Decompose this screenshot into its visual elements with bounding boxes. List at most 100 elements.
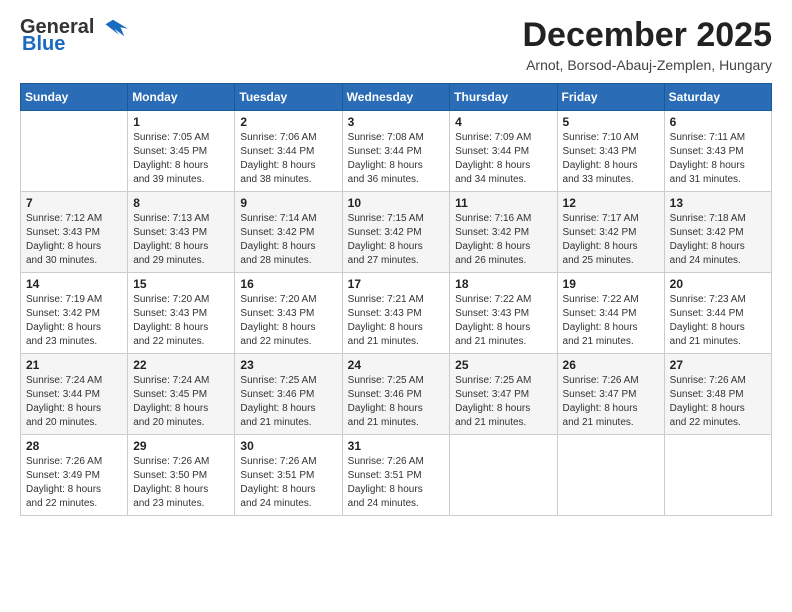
title-area: December 2025 Arnot, Borsod-Abauj-Zemple… [522, 16, 772, 73]
calendar-day-header: Sunday [21, 84, 128, 111]
day-info: Sunrise: 7:26 AM Sunset: 3:47 PM Dayligh… [563, 374, 659, 430]
calendar-day-cell: 14 Sunrise: 7:19 AM Sunset: 3:42 PM Dayli… [21, 273, 128, 354]
day-number: 30 [240, 439, 336, 453]
day-info: Sunrise: 7:18 AM Sunset: 3:42 PM Dayligh… [670, 212, 766, 268]
calendar-day-cell: 4 Sunrise: 7:09 AM Sunset: 3:44 PM Daylig… [450, 111, 557, 192]
calendar-day-cell: 17 Sunrise: 7:21 AM Sunset: 3:43 PM Dayli… [342, 273, 450, 354]
day-number: 11 [455, 196, 551, 210]
calendar-header-row: SundayMondayTuesdayWednesdayThursdayFrid… [21, 84, 772, 111]
day-number: 6 [670, 115, 766, 129]
day-number: 18 [455, 277, 551, 291]
day-info: Sunrise: 7:06 AM Sunset: 3:44 PM Dayligh… [240, 131, 336, 187]
day-info: Sunrise: 7:14 AM Sunset: 3:42 PM Dayligh… [240, 212, 336, 268]
calendar-day-cell: 16 Sunrise: 7:20 AM Sunset: 3:43 PM Dayli… [235, 273, 342, 354]
calendar-day-cell: 28Sunrise: 7:26 AM Sunset: 3:49 PM Dayli… [21, 435, 128, 516]
logo-blue-text: Blue [22, 33, 65, 56]
calendar-day-cell: 30 Sunrise: 7:26 AM Sunset: 3:51 PM Dayli… [235, 435, 342, 516]
calendar-day-cell: 10 Sunrise: 7:15 AM Sunset: 3:42 PM Dayli… [342, 192, 450, 273]
calendar-day-header: Wednesday [342, 84, 450, 111]
day-info: Sunrise: 7:13 AM Sunset: 3:43 PM Dayligh… [133, 212, 229, 268]
calendar-day-header: Monday [128, 84, 235, 111]
calendar-week-row: 28Sunrise: 7:26 AM Sunset: 3:49 PM Dayli… [21, 435, 772, 516]
calendar-day-header: Tuesday [235, 84, 342, 111]
calendar-day-cell: 27 Sunrise: 7:26 AM Sunset: 3:48 PM Dayli… [664, 354, 771, 435]
day-info: Sunrise: 7:26 AM Sunset: 3:48 PM Dayligh… [670, 374, 766, 430]
day-number: 16 [240, 277, 336, 291]
day-info: Sunrise: 7:10 AM Sunset: 3:43 PM Dayligh… [563, 131, 659, 187]
day-number: 31 [348, 439, 445, 453]
day-info: Sunrise: 7:24 AM Sunset: 3:44 PM Dayligh… [26, 374, 122, 430]
day-number: 15 [133, 277, 229, 291]
day-info: Sunrise: 7:12 AM Sunset: 3:43 PM Dayligh… [26, 212, 122, 268]
logo-bird-icon [98, 18, 128, 38]
day-info: Sunrise: 7:24 AM Sunset: 3:45 PM Dayligh… [133, 374, 229, 430]
day-number: 5 [563, 115, 659, 129]
day-number: 29 [133, 439, 229, 453]
day-info: Sunrise: 7:16 AM Sunset: 3:42 PM Dayligh… [455, 212, 551, 268]
day-number: 24 [348, 358, 445, 372]
calendar-day-cell: 2 Sunrise: 7:06 AM Sunset: 3:44 PM Daylig… [235, 111, 342, 192]
calendar-day-cell: 26 Sunrise: 7:26 AM Sunset: 3:47 PM Dayli… [557, 354, 664, 435]
calendar-week-row: 14 Sunrise: 7:19 AM Sunset: 3:42 PM Dayli… [21, 273, 772, 354]
calendar-day-cell: 23 Sunrise: 7:25 AM Sunset: 3:46 PM Dayli… [235, 354, 342, 435]
day-number: 10 [348, 196, 445, 210]
calendar-day-cell [450, 435, 557, 516]
day-info: Sunrise: 7:23 AM Sunset: 3:44 PM Dayligh… [670, 293, 766, 349]
calendar-day-header: Saturday [664, 84, 771, 111]
day-info: Sunrise: 7:25 AM Sunset: 3:46 PM Dayligh… [348, 374, 445, 430]
day-info: Sunrise: 7:20 AM Sunset: 3:43 PM Dayligh… [133, 293, 229, 349]
day-number: 3 [348, 115, 445, 129]
day-number: 13 [670, 196, 766, 210]
day-number: 26 [563, 358, 659, 372]
day-info: Sunrise: 7:25 AM Sunset: 3:46 PM Dayligh… [240, 374, 336, 430]
calendar-day-cell: 24 Sunrise: 7:25 AM Sunset: 3:46 PM Dayli… [342, 354, 450, 435]
calendar-day-cell: 20 Sunrise: 7:23 AM Sunset: 3:44 PM Dayli… [664, 273, 771, 354]
day-number: 20 [670, 277, 766, 291]
calendar-day-cell: 3 Sunrise: 7:08 AM Sunset: 3:44 PM Daylig… [342, 111, 450, 192]
calendar-day-cell: 9 Sunrise: 7:14 AM Sunset: 3:42 PM Daylig… [235, 192, 342, 273]
day-number: 21 [26, 358, 122, 372]
calendar-day-cell: 29 Sunrise: 7:26 AM Sunset: 3:50 PM Dayli… [128, 435, 235, 516]
day-number: 23 [240, 358, 336, 372]
day-number: 8 [133, 196, 229, 210]
calendar-week-row: 21 Sunrise: 7:24 AM Sunset: 3:44 PM Dayli… [21, 354, 772, 435]
calendar-week-row: 7 Sunrise: 7:12 AM Sunset: 3:43 PM Daylig… [21, 192, 772, 273]
calendar-day-cell [557, 435, 664, 516]
day-info: Sunrise: 7:09 AM Sunset: 3:44 PM Dayligh… [455, 131, 551, 187]
day-info: Sunrise: 7:08 AM Sunset: 3:44 PM Dayligh… [348, 131, 445, 187]
day-number: 2 [240, 115, 336, 129]
day-number: 9 [240, 196, 336, 210]
calendar-week-row: 1Sunrise: 7:05 AM Sunset: 3:45 PM Daylig… [21, 111, 772, 192]
calendar-day-cell: 25Sunrise: 7:25 AM Sunset: 3:47 PM Dayli… [450, 354, 557, 435]
page-header: General Blue December 2025 Arnot, Borsod… [20, 16, 772, 73]
calendar-day-cell: 12 Sunrise: 7:17 AM Sunset: 3:42 PM Dayli… [557, 192, 664, 273]
day-number: 4 [455, 115, 551, 129]
day-number: 22 [133, 358, 229, 372]
calendar-table: SundayMondayTuesdayWednesdayThursdayFrid… [20, 83, 772, 516]
day-number: 27 [670, 358, 766, 372]
calendar-day-cell [21, 111, 128, 192]
month-title: December 2025 [522, 16, 772, 55]
calendar-day-header: Thursday [450, 84, 557, 111]
day-info: Sunrise: 7:17 AM Sunset: 3:42 PM Dayligh… [563, 212, 659, 268]
calendar-day-cell: 7 Sunrise: 7:12 AM Sunset: 3:43 PM Daylig… [21, 192, 128, 273]
day-info: Sunrise: 7:22 AM Sunset: 3:43 PM Dayligh… [455, 293, 551, 349]
calendar-day-cell: 15 Sunrise: 7:20 AM Sunset: 3:43 PM Dayli… [128, 273, 235, 354]
day-number: 25 [455, 358, 551, 372]
day-info: Sunrise: 7:26 AM Sunset: 3:50 PM Dayligh… [133, 455, 229, 511]
day-number: 12 [563, 196, 659, 210]
day-number: 17 [348, 277, 445, 291]
day-info: Sunrise: 7:26 AM Sunset: 3:51 PM Dayligh… [240, 455, 336, 511]
day-info: Sunrise: 7:21 AM Sunset: 3:43 PM Dayligh… [348, 293, 445, 349]
day-number: 1 [133, 115, 229, 129]
day-number: 14 [26, 277, 122, 291]
day-info: Sunrise: 7:19 AM Sunset: 3:42 PM Dayligh… [26, 293, 122, 349]
calendar-day-cell: 13 Sunrise: 7:18 AM Sunset: 3:42 PM Dayli… [664, 192, 771, 273]
day-number: 7 [26, 196, 122, 210]
calendar-day-cell: 5 Sunrise: 7:10 AM Sunset: 3:43 PM Daylig… [557, 111, 664, 192]
calendar-day-cell: 21 Sunrise: 7:24 AM Sunset: 3:44 PM Dayli… [21, 354, 128, 435]
day-info: Sunrise: 7:20 AM Sunset: 3:43 PM Dayligh… [240, 293, 336, 349]
day-info: Sunrise: 7:15 AM Sunset: 3:42 PM Dayligh… [348, 212, 445, 268]
calendar-day-cell: 19Sunrise: 7:22 AM Sunset: 3:44 PM Dayli… [557, 273, 664, 354]
calendar-day-header: Friday [557, 84, 664, 111]
